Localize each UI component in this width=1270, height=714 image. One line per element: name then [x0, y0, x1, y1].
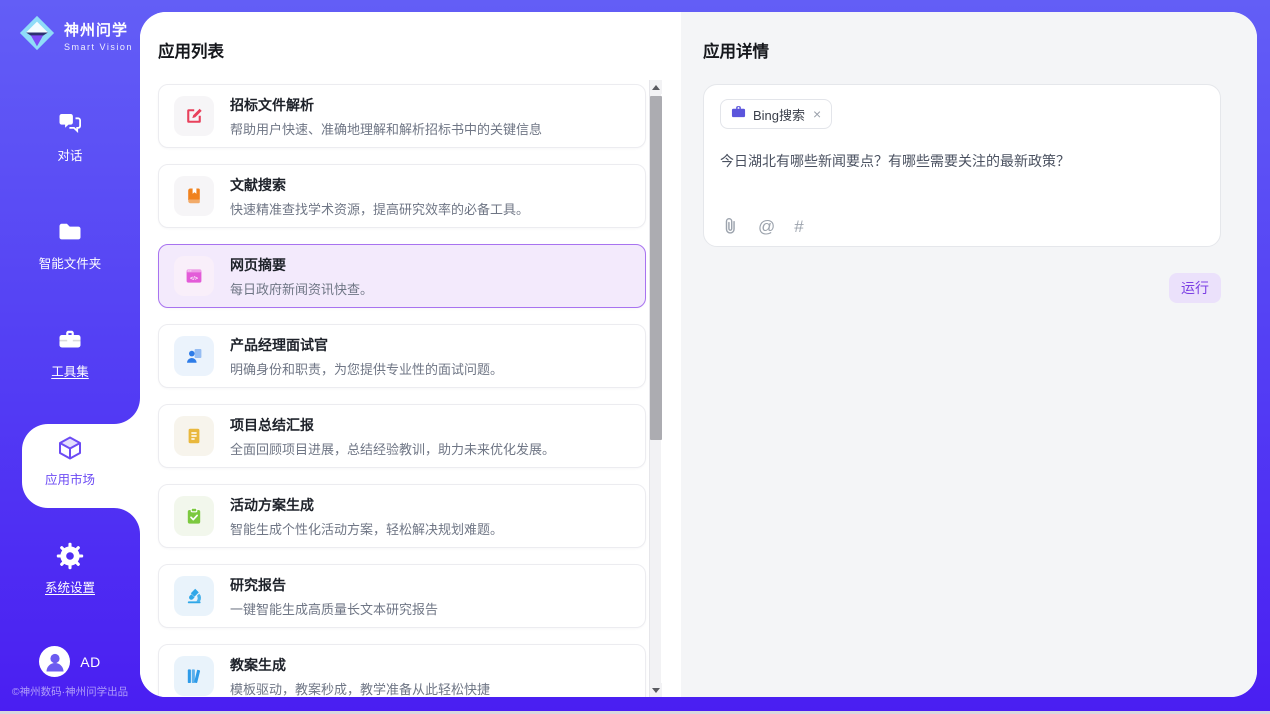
interviewer-icon [174, 336, 214, 376]
sidebar-item-label: 智能文件夹 [39, 253, 102, 272]
app-card-description: 智能生成个性化活动方案，轻松解决规划难题。 [230, 519, 503, 538]
app-card-description: 快速精准查找学术资源，提高研究效率的必备工具。 [230, 199, 529, 218]
app-card-title: 招标文件解析 [230, 95, 542, 115]
app-card[interactable]: 教案生成 模板驱动，教案秒成，教学准备从此轻松快捷 [158, 644, 646, 697]
chat-icon [56, 110, 84, 138]
main-content: 应用列表 招标文件解析 帮助用户快速、准确地理解和解析招标书中的关键信息 文献搜… [140, 12, 1257, 697]
books-icon [174, 656, 214, 696]
app-card[interactable]: 研究报告 一键智能生成高质量长文本研究报告 [158, 564, 646, 628]
app-card[interactable]: 项目总结汇报 全面回顾项目进展，总结经验教训，助力未来优化发展。 [158, 404, 646, 468]
app-card-title: 研究报告 [230, 575, 438, 595]
brand-name: 神州问学 [64, 19, 133, 40]
run-row: 运行 [703, 273, 1221, 303]
user-initials: AD [80, 654, 100, 670]
toolbox-icon [56, 326, 84, 354]
sidebar-item-chat[interactable]: 对话 [0, 96, 140, 204]
sidebar-item-app-market[interactable]: 应用市场 [0, 420, 140, 528]
app-detail-title: 应用详情 [703, 38, 1221, 58]
sidebar: 神州问学 Smart Vision 对话 智能文件夹 [0, 0, 140, 714]
app-card-title: 网页摘要 [230, 255, 373, 275]
cube-icon [56, 434, 84, 462]
diamond-logo-icon [18, 14, 56, 57]
bid-edit-icon [174, 96, 214, 136]
avatar[interactable] [39, 646, 70, 677]
brand-tagline: Smart Vision [64, 42, 133, 52]
triangle-up-icon [652, 85, 660, 90]
app-card-description: 每日政府新闻资讯快查。 [230, 279, 373, 298]
scroll-down-button[interactable] [650, 683, 662, 697]
hash-icon[interactable]: # [794, 218, 803, 235]
app-card-title: 文献搜索 [230, 175, 529, 195]
app-card-title: 教案生成 [230, 655, 490, 675]
app-card[interactable]: 招标文件解析 帮助用户快速、准确地理解和解析招标书中的关键信息 [158, 84, 646, 148]
tool-tag-bing-search[interactable]: Bing搜索 × [720, 99, 832, 129]
active-tab-background [22, 398, 140, 534]
briefcase-icon [731, 104, 746, 124]
book-icon [174, 176, 214, 216]
scrollbar-thumb[interactable] [650, 96, 662, 440]
mention-icon[interactable]: @ [758, 218, 775, 235]
microscope-icon [174, 576, 214, 616]
sidebar-item-settings[interactable]: 系统设置 [0, 528, 140, 636]
user-account[interactable]: AD [0, 646, 140, 677]
report-note-icon [174, 416, 214, 456]
app-list-panel: 应用列表 招标文件解析 帮助用户快速、准确地理解和解析招标书中的关键信息 文献搜… [140, 12, 681, 697]
tool-tag-label: Bing搜索 [753, 105, 805, 124]
app-card-description: 帮助用户快速、准确地理解和解析招标书中的关键信息 [230, 119, 542, 138]
web-code-icon: </> [174, 256, 214, 296]
app-card-description: 一键智能生成高质量长文本研究报告 [230, 599, 438, 618]
app-detail-panel: 应用详情 Bing搜索 × 今日湖北有哪些新闻要点？有哪些需要关注的最新政策？ [681, 12, 1257, 697]
sidebar-item-label: 系统设置 [45, 577, 95, 596]
composer-toolbar: @ # [721, 217, 804, 235]
app-card[interactable]: 活动方案生成 智能生成个性化活动方案，轻松解决规划难题。 [158, 484, 646, 548]
app-card[interactable]: 产品经理面试官 明确身份和职责，为您提供专业性的面试问题。 [158, 324, 646, 388]
app-card-title: 活动方案生成 [230, 495, 503, 515]
brand-logo: 神州问学 Smart Vision [0, 0, 140, 57]
app-card[interactable]: </> 网页摘要 每日政府新闻资讯快查。 [158, 244, 646, 308]
attachment-icon[interactable] [721, 217, 739, 235]
app-card-description: 模板驱动，教案秒成，教学准备从此轻松快捷 [230, 679, 490, 698]
folder-icon [56, 218, 84, 246]
copyright-footer: ©神州数码·神州问学出品 [0, 684, 140, 699]
app-card-title: 产品经理面试官 [230, 335, 503, 355]
sidebar-item-smart-folder[interactable]: 智能文件夹 [0, 204, 140, 312]
sidebar-nav: 对话 智能文件夹 工具集 [0, 96, 140, 636]
sidebar-item-label: 工具集 [51, 361, 89, 380]
app-list-title: 应用列表 [158, 38, 681, 58]
scrollbar[interactable] [649, 80, 661, 697]
close-icon[interactable]: × [812, 107, 822, 121]
gear-icon [56, 542, 84, 570]
sidebar-item-label: 对话 [57, 145, 82, 164]
scroll-up-button[interactable] [650, 80, 662, 94]
app-card-description: 明确身份和职责，为您提供专业性的面试问题。 [230, 359, 503, 378]
svg-text:</>: </> [190, 276, 198, 282]
clipboard-check-icon [174, 496, 214, 536]
app-card-description: 全面回顾项目进展，总结经验教训，助力未来优化发展。 [230, 439, 555, 458]
app-card-list: 招标文件解析 帮助用户快速、准确地理解和解析招标书中的关键信息 文献搜索 快速精… [158, 84, 646, 697]
app-card[interactable]: 文献搜索 快速精准查找学术资源，提高研究效率的必备工具。 [158, 164, 646, 228]
prompt-input[interactable]: 今日湖北有哪些新闻要点？有哪些需要关注的最新政策？ [720, 151, 1204, 172]
triangle-down-icon [652, 688, 660, 693]
run-button[interactable]: 运行 [1169, 273, 1221, 303]
sidebar-item-label: 应用市场 [45, 469, 95, 488]
prompt-composer[interactable]: Bing搜索 × 今日湖北有哪些新闻要点？有哪些需要关注的最新政策？ @ # [703, 84, 1221, 247]
app-card-title: 项目总结汇报 [230, 415, 555, 435]
